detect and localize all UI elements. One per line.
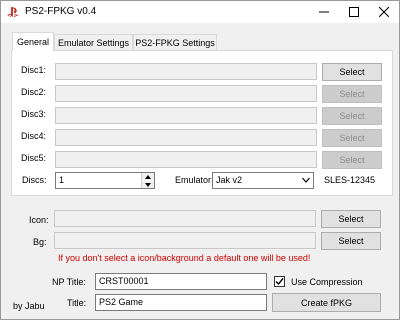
disc2-select-button[interactable]: Select [322,85,382,103]
disc1-label: Disc1: [21,65,47,75]
discs-count-label: Discs: [22,175,47,185]
title-label: Title: [67,298,87,308]
default-image-hint: If you don't select a icon/background a … [58,253,311,263]
window-title: PS2-FPKG v0.4 [25,6,97,17]
stepper-up-button[interactable] [142,173,154,180]
disc3-label: Disc3: [21,109,47,119]
tab-general[interactable]: General [12,32,54,51]
maximize-icon [349,7,359,17]
tab-emulator-settings[interactable]: Emulator Settings [54,34,133,50]
icon-field[interactable] [54,210,316,227]
create-fpkg-button[interactable]: Create fPKG [272,293,381,312]
credit-text: by Jabu [13,301,45,311]
use-compression-checkbox[interactable] [274,276,285,287]
disc2-label: Disc2: [21,87,47,97]
tab-label: General [16,37,50,47]
disc4-label: Disc4: [21,131,47,141]
tab-label: Emulator Settings [57,37,130,48]
bg-field[interactable] [54,232,316,249]
chevron-down-icon [302,177,310,183]
close-button[interactable] [369,1,399,23]
tab-label: PS2-FPKG Settings [135,37,215,48]
tab-ps2-fpkg-settings[interactable]: PS2-FPKG Settings [133,34,217,50]
icon-label: Icon: [29,215,49,225]
disc1-select-button[interactable]: Select [322,63,382,81]
icon-select-button[interactable]: Select [321,210,381,228]
disc5-select-button[interactable]: Select [322,151,382,169]
disc2-field[interactable] [55,85,317,102]
bg-label: Bg: [33,237,47,247]
emulator-select[interactable]: Jak v2 [212,172,314,189]
emulator-label: Emulator: [175,175,214,185]
disc5-label: Disc5: [21,153,47,163]
disc3-select-button[interactable]: Select [322,107,382,125]
main-window: PS2-FPKG v0.4 General Emulator Settings … [0,0,400,320]
game-id-label: SLES-12345 [324,175,376,185]
emulator-value: Jak v2 [216,175,243,185]
arrow-down-icon [145,182,151,187]
title-input[interactable]: PS2 Game [95,294,267,311]
discs-count-value: 1 [59,175,65,185]
bg-select-button[interactable]: Select [321,232,381,250]
arrow-up-icon [145,174,151,179]
use-compression-label[interactable]: Use Compression [291,277,363,287]
maximize-button[interactable] [339,1,369,23]
np-title-input[interactable]: CRST00001 [95,273,267,290]
general-tab-panel: Disc1: Select Disc2: Select Disc3: Selec… [11,50,393,196]
disc4-field[interactable] [55,129,317,146]
disc4-select-button[interactable]: Select [322,129,382,147]
np-title-label: NP Title: [52,277,86,287]
minimize-button[interactable] [309,1,339,23]
disc1-field[interactable] [55,63,317,80]
close-icon [379,7,389,17]
title-bar[interactable]: PS2-FPKG v0.4 [1,1,399,23]
disc3-field[interactable] [55,107,317,124]
stepper-down-button[interactable] [142,181,154,188]
disc5-field[interactable] [55,151,317,168]
discs-count-stepper[interactable]: 1 [55,172,155,189]
stepper-buttons [141,173,154,188]
playstation-logo-icon [7,7,19,17]
minimize-icon [319,11,329,13]
checkmark-icon [275,278,284,286]
